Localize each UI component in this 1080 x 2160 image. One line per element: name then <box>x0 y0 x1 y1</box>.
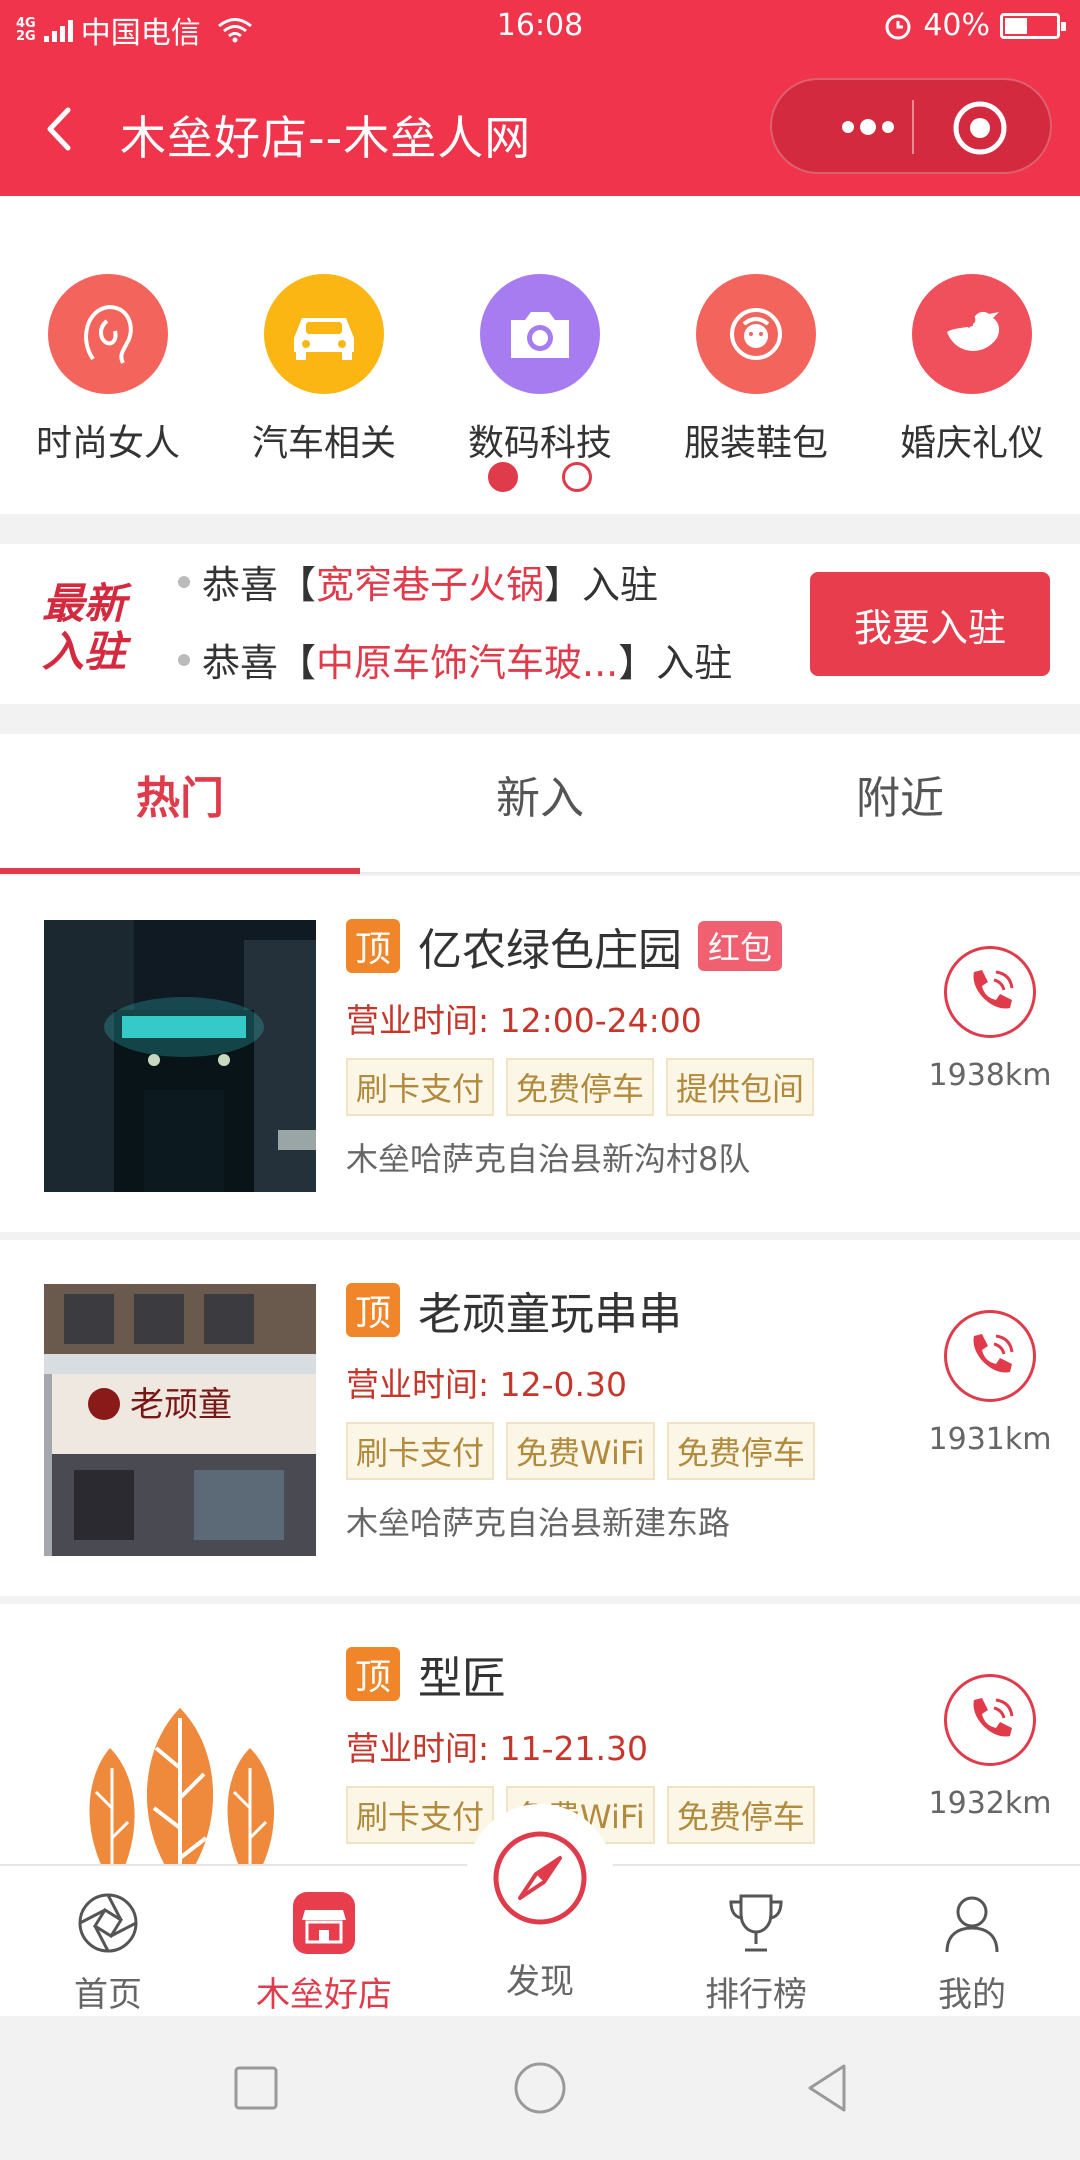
bottom-tab-me[interactable]: 我的 <box>864 1866 1080 2016</box>
shop-tag: 提供包间 <box>666 1058 815 1116</box>
page-title: 木垒好店--木垒人网 <box>120 111 532 165</box>
shop-name: 亿农绿色庄园 <box>418 925 682 976</box>
trophy-icon <box>721 1888 791 1957</box>
recent-apps-icon[interactable] <box>228 2060 284 2116</box>
shop-logo <box>44 1648 316 1866</box>
shop-list: 顶 亿农绿色庄园 红包 营业时间: 12:00-24:00 刷卡支付 免费停车 … <box>0 876 1080 1866</box>
pager-dot-active[interactable] <box>488 462 518 492</box>
shop-tags: 刷卡支付 免费WiFi 免费停车 <box>346 1786 906 1844</box>
category-pager <box>0 462 1080 492</box>
newest-item[interactable]: 恭喜【 中原车饰汽车玻... 】入驻 <box>178 632 732 687</box>
phone-icon[interactable] <box>944 946 1036 1038</box>
aperture-icon <box>73 1888 143 1957</box>
join-button[interactable]: 我要入驻 <box>810 572 1050 676</box>
business-hours: 营业时间: 12-0.30 <box>346 1365 627 1404</box>
shop-card[interactable]: 老顽童 顶 老顽童玩串串 营业时间: 12-0.30 刷卡支付 免费WiFi 免… <box>0 1240 1080 1596</box>
more-icon[interactable] <box>810 110 910 144</box>
shop-distance: 1932km <box>928 1786 1052 1821</box>
svg-text:入驻: 入驻 <box>42 627 132 676</box>
pager-dot[interactable] <box>562 462 592 492</box>
home-icon[interactable] <box>512 2060 568 2116</box>
bottom-tab-home[interactable]: 首页 <box>0 1866 216 2016</box>
status-bar: 4G 2G 中国电信 16:08 40% <box>0 0 1080 56</box>
discover-label: 发现 <box>506 1962 574 2002</box>
shop-tags: 刷卡支付 免费WiFi 免费停车 <box>346 1422 906 1480</box>
shop-tabs: 热门 新入 附近 <box>0 734 1080 874</box>
shop-tag: 免费停车 <box>666 1422 815 1480</box>
compass-icon <box>493 1831 587 1925</box>
newest-joined-panel: 最新 入驻 恭喜【 宽窄巷子火锅 】入驻 恭喜【 中原车饰汽车玻... 】入驻 … <box>0 544 1080 704</box>
shop-card[interactable]: 顶 亿农绿色庄园 红包 营业时间: 12:00-24:00 刷卡支付 免费停车 … <box>0 876 1080 1232</box>
tab-hot[interactable]: 热门 <box>0 734 360 874</box>
bullet-icon <box>178 575 190 588</box>
shop-tag: 刷卡支付 <box>346 1058 495 1116</box>
shop-address: 木垒哈萨克自治县新建东路 <box>346 1504 731 1542</box>
shop-name: 老顽童玩串串 <box>418 1289 682 1340</box>
back-arrow-icon[interactable] <box>44 106 74 152</box>
business-hours: 营业时间: 11-21.30 <box>346 1729 648 1768</box>
shop-name: 型匠 <box>418 1653 506 1704</box>
battery-icon <box>1000 12 1066 39</box>
shop-info: 顶 型匠 营业时间: 11-21.30 刷卡支付 免费WiFi 免费停车 <box>346 1644 906 1844</box>
shop-info: 顶 亿农绿色庄园 红包 营业时间: 12:00-24:00 刷卡支付 免费停车 … <box>346 916 906 1180</box>
category-clothing-bags[interactable]: 服装鞋包 <box>648 274 864 466</box>
top-badge: 顶 <box>346 1283 400 1337</box>
category-fashion-women[interactable]: 时尚女人 <box>0 274 216 466</box>
category-panel: 政府机关 餐饮美食 休闲娱乐 宾馆住宿 快递物流 时尚女人 汽车相关 数码科技 <box>0 150 1080 514</box>
navigation-bar: 木垒好店--木垒人网 <box>0 72 1080 188</box>
newest-shop-name: 宽窄巷子火锅 <box>316 563 545 607</box>
business-hours: 营业时间: 12:00-24:00 <box>346 1001 702 1040</box>
shop-tag: 刷卡支付 <box>346 1786 495 1844</box>
top-badge: 顶 <box>346 1647 400 1701</box>
red-packet-badge: 红包 <box>698 921 783 971</box>
top-badge: 顶 <box>346 919 400 973</box>
svg-text:最新: 最新 <box>42 579 133 628</box>
clothing-icon <box>696 274 816 394</box>
woman-icon <box>48 274 168 394</box>
category-automotive[interactable]: 汽车相关 <box>216 274 432 466</box>
bullet-icon <box>178 653 190 666</box>
alarm-icon <box>885 14 911 39</box>
back-icon[interactable] <box>800 2060 856 2116</box>
shop-tag: 免费WiFi <box>506 1422 655 1480</box>
newest-joined-logo: 最新 入驻 <box>42 579 133 676</box>
system-navigation-bar <box>0 2016 1080 2160</box>
status-right: 40% <box>883 8 1066 43</box>
category-wedding[interactable]: 婚庆礼仪 <box>864 274 1080 466</box>
shop-info: 顶 老顽童玩串串 营业时间: 12-0.30 刷卡支付 免费WiFi 免费停车 … <box>346 1280 906 1544</box>
category-row: 时尚女人 汽车相关 数码科技 服装鞋包 婚庆礼仪 <box>0 274 1080 466</box>
capsule-divider <box>912 100 914 154</box>
bird-icon <box>912 274 1032 394</box>
header: 4G 2G 中国电信 16:08 40% 木垒好店--木垒人网 <box>0 0 1080 196</box>
phone-icon[interactable] <box>944 1310 1036 1402</box>
shop-distance: 1938km <box>928 1058 1052 1093</box>
bottom-tab-ranking[interactable]: 排行榜 <box>648 1866 864 2016</box>
shop-photo: 老顽童 <box>44 1284 316 1556</box>
shop-tag: 刷卡支付 <box>346 1422 495 1480</box>
shop-address: 木垒哈萨克自治县新沟村8队 <box>346 1140 751 1178</box>
car-icon <box>264 274 384 394</box>
svg-text:老顽童: 老顽童 <box>130 1385 232 1425</box>
user-icon <box>937 1888 1007 1957</box>
discover-button[interactable] <box>466 1804 614 1952</box>
tab-new[interactable]: 新入 <box>360 734 720 872</box>
category-digital-tech[interactable]: 数码科技 <box>432 274 648 466</box>
battery-percent: 40% <box>923 8 990 43</box>
shop-distance: 1931km <box>928 1422 1052 1457</box>
bottom-tab-store[interactable]: 木垒好店 <box>216 1866 432 2016</box>
shop-tag: 免费停车 <box>506 1058 655 1116</box>
tab-nearby[interactable]: 附近 <box>720 734 1080 872</box>
shop-photo <box>44 920 316 1192</box>
close-miniprogram-icon[interactable] <box>952 100 1008 156</box>
shop-tag: 免费停车 <box>666 1786 815 1844</box>
phone-icon[interactable] <box>944 1674 1036 1766</box>
camera-icon <box>480 274 600 394</box>
shop-tags: 刷卡支付 免费停车 提供包间 <box>346 1058 906 1116</box>
newest-item[interactable]: 恭喜【 宽窄巷子火锅 】入驻 <box>178 554 658 609</box>
store-icon <box>289 1888 359 1957</box>
newest-shop-name: 中原车饰汽车玻... <box>316 641 619 685</box>
miniprogram-capsule <box>770 78 1052 174</box>
